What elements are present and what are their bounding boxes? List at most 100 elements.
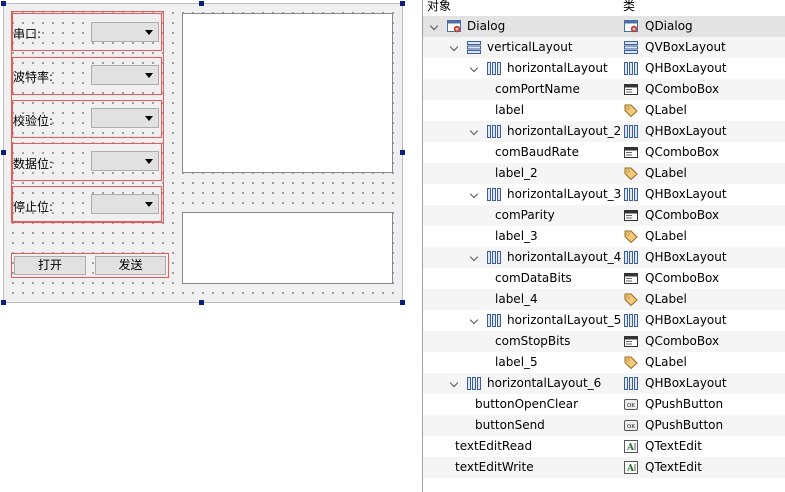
resize-handle-top-right[interactable] xyxy=(400,1,405,6)
object-name: comBaudRate xyxy=(495,145,579,159)
object-name: verticalLayout xyxy=(487,40,573,54)
stop-bits-combobox[interactable] xyxy=(91,194,159,214)
combobox-icon xyxy=(624,272,638,285)
tree-row-label_5[interactable]: label_5 QLabel xyxy=(423,352,785,373)
object-column-header[interactable]: 对象 xyxy=(427,0,451,15)
resize-handle-top-middle[interactable] xyxy=(199,1,204,6)
tree-row-horizontalLayout_4[interactable]: horizontalLayout_4 QHBoxLayout xyxy=(423,247,785,268)
tree-row-buttonSend[interactable]: buttonSend OK QPushButton xyxy=(423,415,785,436)
tree-row-horizontalLayout_5[interactable]: horizontalLayout_5 QHBoxLayout xyxy=(423,310,785,331)
label-tag-icon xyxy=(624,167,638,181)
hbox-layout-icon xyxy=(487,314,501,327)
expand-chevron-icon[interactable] xyxy=(469,63,479,73)
svg-text:OK: OK xyxy=(627,403,635,409)
class-column-header[interactable]: 类 xyxy=(623,0,635,15)
hbox-layout-icon xyxy=(487,125,501,138)
baud-rate-combobox[interactable] xyxy=(91,65,159,85)
tree-row-horizontalLayout[interactable]: horizontalLayout QHBoxLayout xyxy=(423,58,785,79)
svg-text:A: A xyxy=(626,464,635,474)
write-text-edit[interactable] xyxy=(182,212,393,284)
label-tag-icon xyxy=(624,230,638,244)
object-name: horizontalLayout_4 xyxy=(507,250,622,264)
tree-row-textEditRead[interactable]: textEditRead A QTextEdit xyxy=(423,436,785,457)
combobox-icon xyxy=(624,335,638,348)
tree-row-comPortName[interactable]: comPortName QComboBox xyxy=(423,79,785,100)
hbox-layout-icon xyxy=(624,125,638,138)
parity-combobox[interactable] xyxy=(91,108,159,128)
hbox-layout-icon xyxy=(487,251,501,264)
send-button[interactable]: 发送 xyxy=(95,256,166,275)
read-text-edit[interactable] xyxy=(182,13,393,173)
combobox-icon xyxy=(624,83,638,96)
hbox-layout-icon xyxy=(624,314,638,327)
expand-chevron-icon[interactable] xyxy=(429,21,439,31)
tree-row-buttonOpenClear[interactable]: buttonOpenClear OK QPushButton xyxy=(423,394,785,415)
tree-row-comBaudRate[interactable]: comBaudRate QComboBox xyxy=(423,142,785,163)
object-class: QLabel xyxy=(645,103,687,117)
object-class: QComboBox xyxy=(645,271,720,285)
resize-handle-bottom-right[interactable] xyxy=(400,300,405,305)
object-name: Dialog xyxy=(467,19,506,33)
expand-chevron-icon[interactable] xyxy=(469,126,479,136)
object-name: comDataBits xyxy=(495,271,572,285)
tree-row-horizontalLayout_3[interactable]: horizontalLayout_3 QHBoxLayout xyxy=(423,184,785,205)
object-name: horizontalLayout_3 xyxy=(507,187,622,201)
expand-chevron-icon[interactable] xyxy=(469,315,479,325)
svg-text:OK: OK xyxy=(627,424,635,430)
object-name: buttonSend xyxy=(475,418,545,432)
object-class: QTextEdit xyxy=(645,439,702,453)
resize-handle-bottom-middle[interactable] xyxy=(199,300,204,305)
object-class: QLabel xyxy=(645,166,687,180)
label-tag-icon xyxy=(624,293,638,307)
hbox-layout-icon xyxy=(487,188,501,201)
object-class: QLabel xyxy=(645,229,687,243)
tree-row-Dialog[interactable]: Dialog QDialog xyxy=(423,16,785,37)
tree-row-horizontalLayout_2[interactable]: horizontalLayout_2 QHBoxLayout xyxy=(423,121,785,142)
object-inspector: 对象 类 Dialog QDialog verticalLayout QVBoxLay… xyxy=(422,0,785,492)
data-bits-combobox[interactable] xyxy=(91,151,159,171)
label-tag-icon xyxy=(624,104,638,118)
tree-row-comDataBits[interactable]: comDataBits QComboBox xyxy=(423,268,785,289)
chevron-down-icon xyxy=(145,73,153,78)
expand-chevron-icon[interactable] xyxy=(449,42,459,52)
resize-handle-middle-right[interactable] xyxy=(400,150,405,155)
object-class: QPushButton xyxy=(645,397,724,411)
resize-handle-middle-left[interactable] xyxy=(1,150,6,155)
tree-row-verticalLayout[interactable]: verticalLayout QVBoxLayout xyxy=(423,37,785,58)
tree-row-horizontalLayout_6[interactable]: horizontalLayout_6 QHBoxLayout xyxy=(423,373,785,394)
object-class: QComboBox xyxy=(645,82,720,96)
tree-row-comStopBits[interactable]: comStopBits QComboBox xyxy=(423,331,785,352)
tree-row-comParity[interactable]: comParity QComboBox xyxy=(423,205,785,226)
chevron-down-icon xyxy=(145,116,153,121)
object-class: QLabel xyxy=(645,292,687,306)
object-name: comPortName xyxy=(495,82,580,96)
object-class: QComboBox xyxy=(645,145,720,159)
object-class: QLabel xyxy=(645,355,687,369)
expand-chevron-icon[interactable] xyxy=(469,252,479,262)
resize-handle-top-left[interactable] xyxy=(1,1,6,6)
object-class: QTextEdit xyxy=(645,460,702,474)
resize-handle-bottom-left[interactable] xyxy=(1,300,6,305)
chevron-down-icon xyxy=(145,202,153,207)
dialog-icon xyxy=(447,20,461,33)
tree-row-textEditWrite[interactable]: textEditWrite A QTextEdit xyxy=(423,457,785,478)
object-name: horizontalLayout_5 xyxy=(507,313,622,327)
pushbutton-icon: OK xyxy=(624,419,638,432)
object-name: comParity xyxy=(495,208,555,222)
object-name: label_4 xyxy=(495,292,538,306)
open-button[interactable]: 打开 xyxy=(14,256,86,275)
textedit-icon: A xyxy=(624,461,638,474)
tree-row-label_3[interactable]: label_3 QLabel xyxy=(423,226,785,247)
expand-chevron-icon[interactable] xyxy=(449,378,459,388)
tree-row-label_2[interactable]: label_2 QLabel xyxy=(423,163,785,184)
pushbutton-icon: OK xyxy=(624,398,638,411)
port-combobox[interactable] xyxy=(91,22,159,42)
tree-row-label_4[interactable]: label_4 QLabel xyxy=(423,289,785,310)
tree-row-label[interactable]: label QLabel xyxy=(423,100,785,121)
object-name: label_3 xyxy=(495,229,538,243)
expand-chevron-icon[interactable] xyxy=(469,189,479,199)
object-name: comStopBits xyxy=(495,334,571,348)
object-class: QHBoxLayout xyxy=(645,313,727,327)
object-class: QComboBox xyxy=(645,334,720,348)
object-class: QHBoxLayout xyxy=(645,376,727,390)
